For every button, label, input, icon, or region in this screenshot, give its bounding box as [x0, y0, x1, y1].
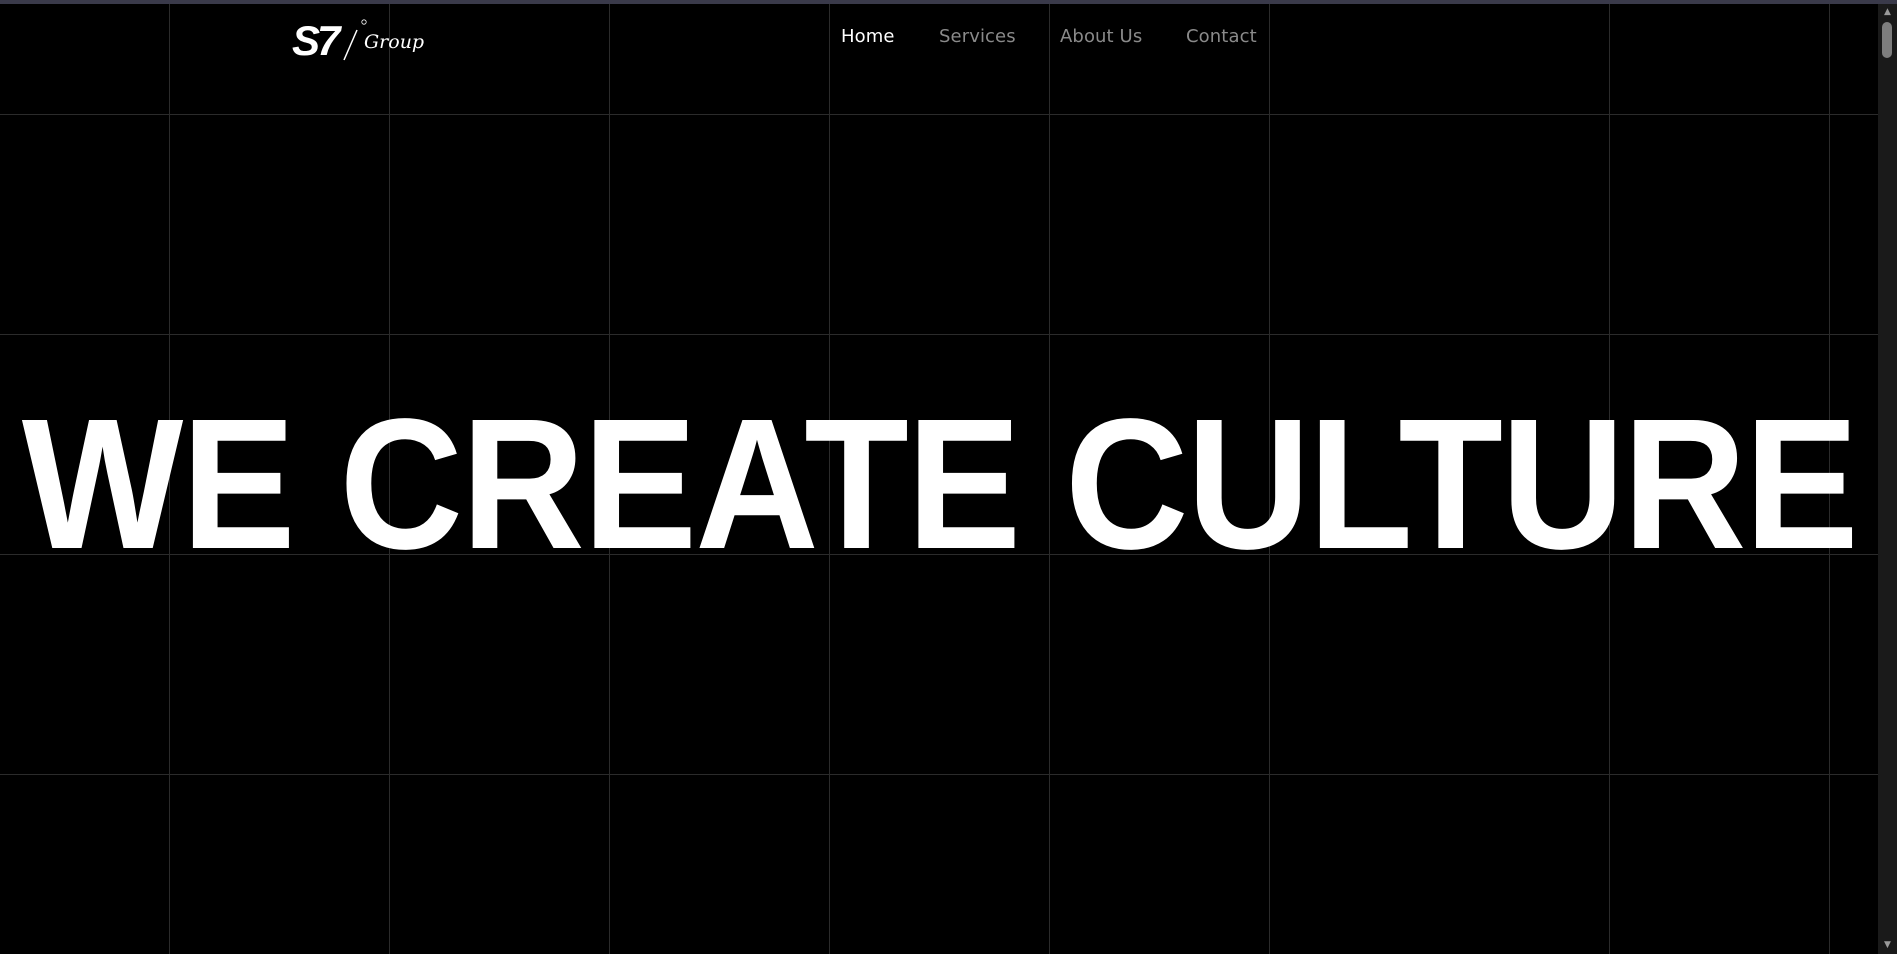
- grid-line: [0, 774, 1878, 775]
- nav-item-services[interactable]: Services: [939, 26, 1016, 47]
- vertical-scrollbar[interactable]: ▲ ▼: [1878, 4, 1897, 954]
- hero-section: WE CREATE CULTURE: [0, 390, 1878, 580]
- nav-item-about-us[interactable]: About Us: [1060, 26, 1142, 47]
- nav-item-home[interactable]: Home: [841, 26, 895, 47]
- nav-item-contact[interactable]: Contact: [1186, 26, 1257, 47]
- registered-mark-icon: [361, 19, 367, 25]
- hero-headline: WE CREATE CULTURE: [21, 381, 1858, 588]
- scroll-up-arrow-icon[interactable]: ▲: [1878, 4, 1897, 21]
- scroll-down-arrow-icon[interactable]: ▼: [1878, 937, 1897, 954]
- grid-line: [0, 114, 1878, 115]
- grid-line: [0, 334, 1878, 335]
- main-navigation: Home Services About Us Contact: [0, 26, 1878, 52]
- scrollbar-thumb[interactable]: [1882, 22, 1892, 58]
